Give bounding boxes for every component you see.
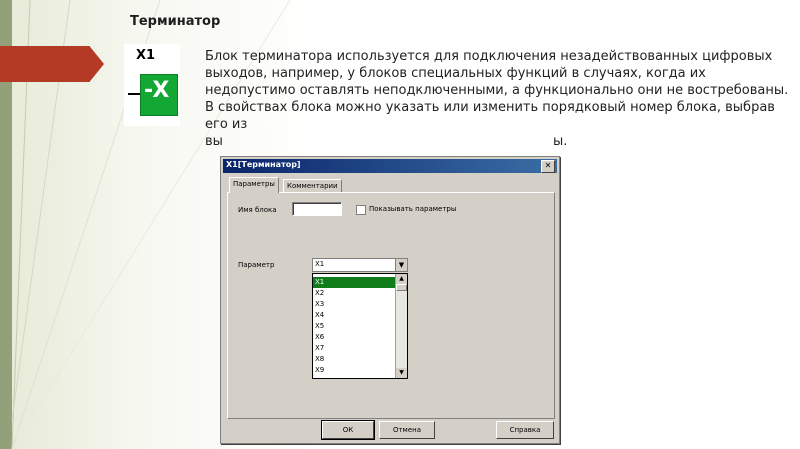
red-arrow-shape [0,46,104,82]
tab-panel: Имя блока Показывать параметры Параметр … [227,192,555,419]
block-symbol: -X [144,78,171,103]
show-params-checkbox[interactable] [356,205,366,215]
block-properties-dialog: X1[Терминатор] ✕ Параметры Комментарии И… [220,156,560,444]
param-label: Параметр [238,261,275,269]
show-params-label: Показывать параметры [369,205,457,213]
tab-comments[interactable]: Комментарии [283,179,342,193]
name-label: Имя блока [238,206,277,214]
dialog-titlebar[interactable]: X1[Терминатор] ✕ [223,159,557,173]
param-dropdown-list[interactable]: X1 X2 X3 X4 X5 X6 X7 X8 X9 ▲ ▼ [312,273,408,379]
description-text: Блок терминатора используется для подклю… [205,48,790,150]
list-item[interactable]: X9 [313,365,397,376]
paragraph-2a: В свойствах блока можно указать или изме… [205,100,775,132]
block-input-line [128,93,140,95]
scroll-down-icon[interactable]: ▼ [396,368,407,378]
list-scrollbar[interactable]: ▲ ▼ [395,274,407,378]
param-selected-value: X1 [315,260,325,268]
tab-parameters[interactable]: Параметры [229,177,279,193]
dialog-title: X1[Терминатор] [226,160,301,169]
cancel-button[interactable]: Отмена [379,421,435,439]
help-button[interactable]: Справка [496,421,554,439]
list-item[interactable]: X7 [313,343,397,354]
list-item[interactable]: X2 [313,288,397,299]
ok-button[interactable]: ОК [321,420,375,440]
slide-title: Терминатор [130,14,221,29]
scroll-up-icon[interactable]: ▲ [396,274,407,284]
list-item[interactable]: X8 [313,354,397,365]
paragraph-2b: вы ы. [205,133,790,150]
list-item[interactable]: X5 [313,321,397,332]
paragraph-2b-tail: ы. [552,134,568,149]
param-select[interactable]: X1 ▼ [312,258,408,272]
close-button[interactable]: ✕ [541,160,555,173]
list-item[interactable]: X3 [313,299,397,310]
name-input[interactable] [292,202,342,216]
block-body: -X [140,74,178,116]
scroll-thumb[interactable] [396,284,407,291]
list-item[interactable]: X1 [313,277,397,288]
paragraph-1: Блок терминатора используется для подклю… [205,49,789,98]
terminator-block-icon: X1 -X [124,44,180,126]
paragraph-2b-start: вы [205,134,223,149]
list-item[interactable]: X6 [313,332,397,343]
block-label: X1 [136,48,156,63]
chevron-down-icon[interactable]: ▼ [395,259,407,271]
list-item[interactable]: X4 [313,310,397,321]
